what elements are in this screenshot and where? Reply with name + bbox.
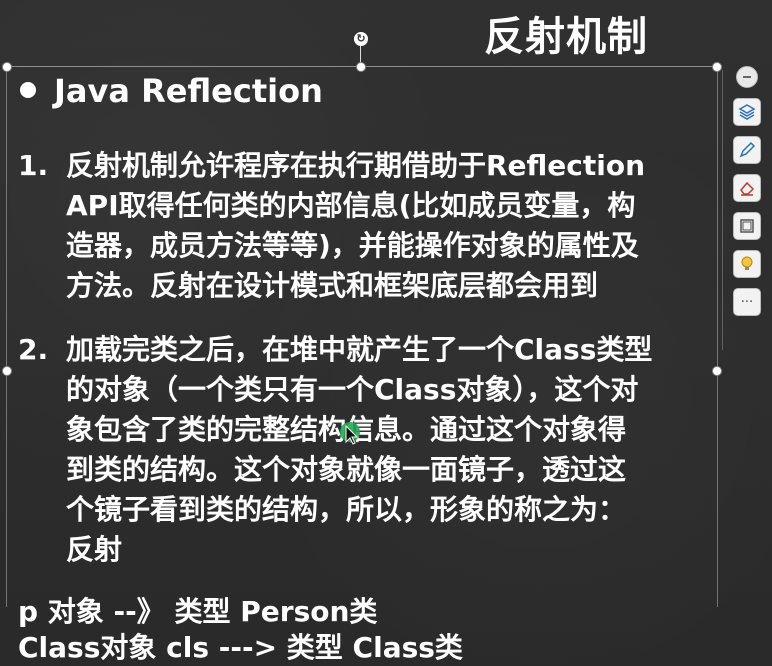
frame-icon[interactable] [733,212,761,240]
annotation-toolbar: ··· [730,66,764,316]
point-1-line: 造器，成员方法等等)，并能操作对象的属性及 [66,229,639,262]
point-2-line: 到类的结构。这个对象就像一面镜子，透过这 [66,453,627,486]
point-1: 1. 反射机制允许程序在执行期借助于Reflection API取得任何类的内部… [18,146,708,306]
point-1-line: 方法。反射在设计模式和框架底层都会用到 [66,269,599,302]
point-1-number: 1. [18,149,49,182]
footer-line-class: Class对象 cls ---> 类型 Class类 [18,631,463,664]
resize-handle-middle-left[interactable] [2,366,12,376]
point-2-number: 2. [18,333,49,366]
point-1-line: 反射机制允许程序在执行期借助于Reflection [66,149,646,182]
resize-handle-top-left[interactable] [2,62,12,72]
resize-handle-top-center[interactable] [356,62,366,72]
point-1-line: API取得任何类的内部信息(比如成员变量，构 [66,189,636,222]
point-2-line: 反射 [66,533,123,566]
resize-handle-top-right[interactable] [712,62,722,72]
eraser-icon[interactable] [733,174,761,202]
toolbar-divider [722,70,723,350]
layers-icon[interactable] [733,98,761,126]
resize-handle-middle-right[interactable] [712,366,722,376]
minus-icon[interactable] [736,66,758,88]
more-icon[interactable]: ··· [733,288,761,316]
pen-icon[interactable] [733,136,761,164]
point-2-line: 个镜子看到类的结构，所以，形象的称之为： [66,493,627,526]
slide-title: 反射机制 [484,14,648,60]
point-2-line: 象包含了类的完整结构信息。通过这个对象得 [66,413,627,446]
footer-line-object: p 对象 --》 类型 Person类 [18,595,378,628]
rotate-handle-icon[interactable]: ↻ [354,32,368,46]
more-label: ··· [740,294,754,310]
bullet-icon [20,82,36,98]
slide-heading: Java Reflection [20,72,323,110]
point-2: 2. 加载完类之后，在堆中就产生了一个Class类型 的对象（一个类只有一个Cl… [18,330,708,570]
point-2-line: 加载完类之后，在堆中就产生了一个Class类型 [66,333,653,366]
point-2-line: 的对象（一个类只有一个Class对象），这个对 [66,373,639,406]
heading-text: Java Reflection [54,72,323,110]
bulb-icon[interactable] [733,250,761,278]
